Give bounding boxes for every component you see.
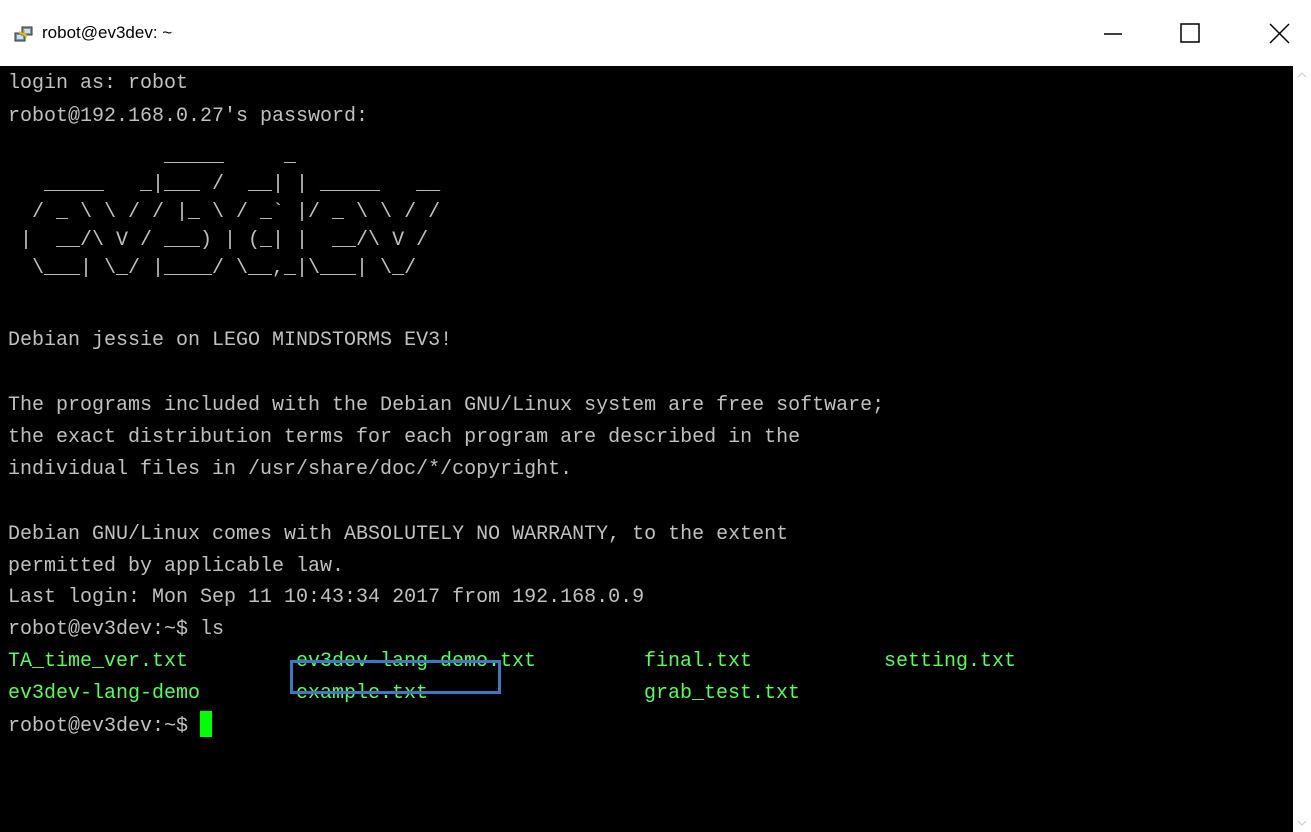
- login-line: login as: robot: [8, 72, 189, 95]
- banner-line: Debian jessie on LEGO MINDSTORMS EV3!: [8, 329, 453, 352]
- file-entry: ev3dev-lang-demo: [8, 682, 201, 705]
- vertical-scrollbar[interactable]: [1293, 66, 1311, 832]
- ascii-art-line: | __/\ V / ___) | (_| | __/\ V /: [8, 229, 429, 252]
- file-entry: setting.txt: [884, 650, 1017, 673]
- putty-icon[interactable]: [14, 24, 34, 44]
- warranty-line: permitted by applicable law.: [8, 555, 345, 578]
- close-icon: [1269, 23, 1290, 44]
- warranty-line: Debian GNU/Linux comes with ABSOLUTELY N…: [8, 523, 789, 546]
- license-line: the exact distribution terms for each pr…: [8, 426, 801, 449]
- window-title: robot@ev3dev: ~: [42, 23, 173, 42]
- text-cursor: [200, 711, 213, 737]
- file-entry: grab_test.txt: [644, 682, 801, 705]
- file-entry: final.txt: [644, 650, 753, 673]
- command-line: robot@ev3dev:~$ ls: [8, 618, 225, 641]
- ls-output-row: ev3dev-lang-demo example.txt grab_test.t…: [8, 680, 1292, 708]
- minimize-button[interactable]: [1080, 0, 1150, 66]
- highlight-annotation-box: [290, 660, 501, 694]
- prompt-line: robot@ev3dev:~$: [8, 711, 213, 739]
- terminal-output[interactable]: login as: robot robot@192.168.0.27's pas…: [8, 70, 1292, 832]
- file-entry: TA_time_ver.txt: [8, 650, 189, 673]
- last-login-line: Last login: Mon Sep 11 10:43:34 2017 fro…: [8, 586, 645, 609]
- license-line: individual files in /usr/share/doc/*/cop…: [8, 458, 573, 481]
- maximize-button[interactable]: [1150, 0, 1220, 66]
- prompt-text: robot@ev3dev:~$: [8, 715, 201, 738]
- ls-output-row: TA_time_ver.txt ev3dev-lang-demo.txt fin…: [8, 648, 1292, 676]
- close-button[interactable]: [1241, 0, 1311, 66]
- ascii-art-line: \___| \_/ |____/ \__,_|\___| \_/: [8, 257, 417, 280]
- minimize-icon: [1104, 33, 1122, 35]
- title-bar[interactable]: robot@ev3dev: ~: [0, 0, 1311, 66]
- ascii-art-line: / _ \ \ / / |_ \ / _` |/ _ \ \ / /: [8, 201, 441, 224]
- maximize-icon: [1180, 23, 1200, 43]
- scroll-up-icon[interactable]: [1293, 66, 1311, 84]
- ascii-art-line: _____ _|___ / __| | _____ __: [8, 173, 441, 196]
- terminal-window: robot@ev3dev: ~ login as: robot robot@19…: [0, 0, 1311, 832]
- license-line: The programs included with the Debian GN…: [8, 394, 885, 417]
- ascii-art-line: _____ _: [8, 145, 297, 168]
- scroll-down-icon[interactable]: [1293, 814, 1311, 832]
- password-line: robot@192.168.0.27's password:: [8, 105, 369, 128]
